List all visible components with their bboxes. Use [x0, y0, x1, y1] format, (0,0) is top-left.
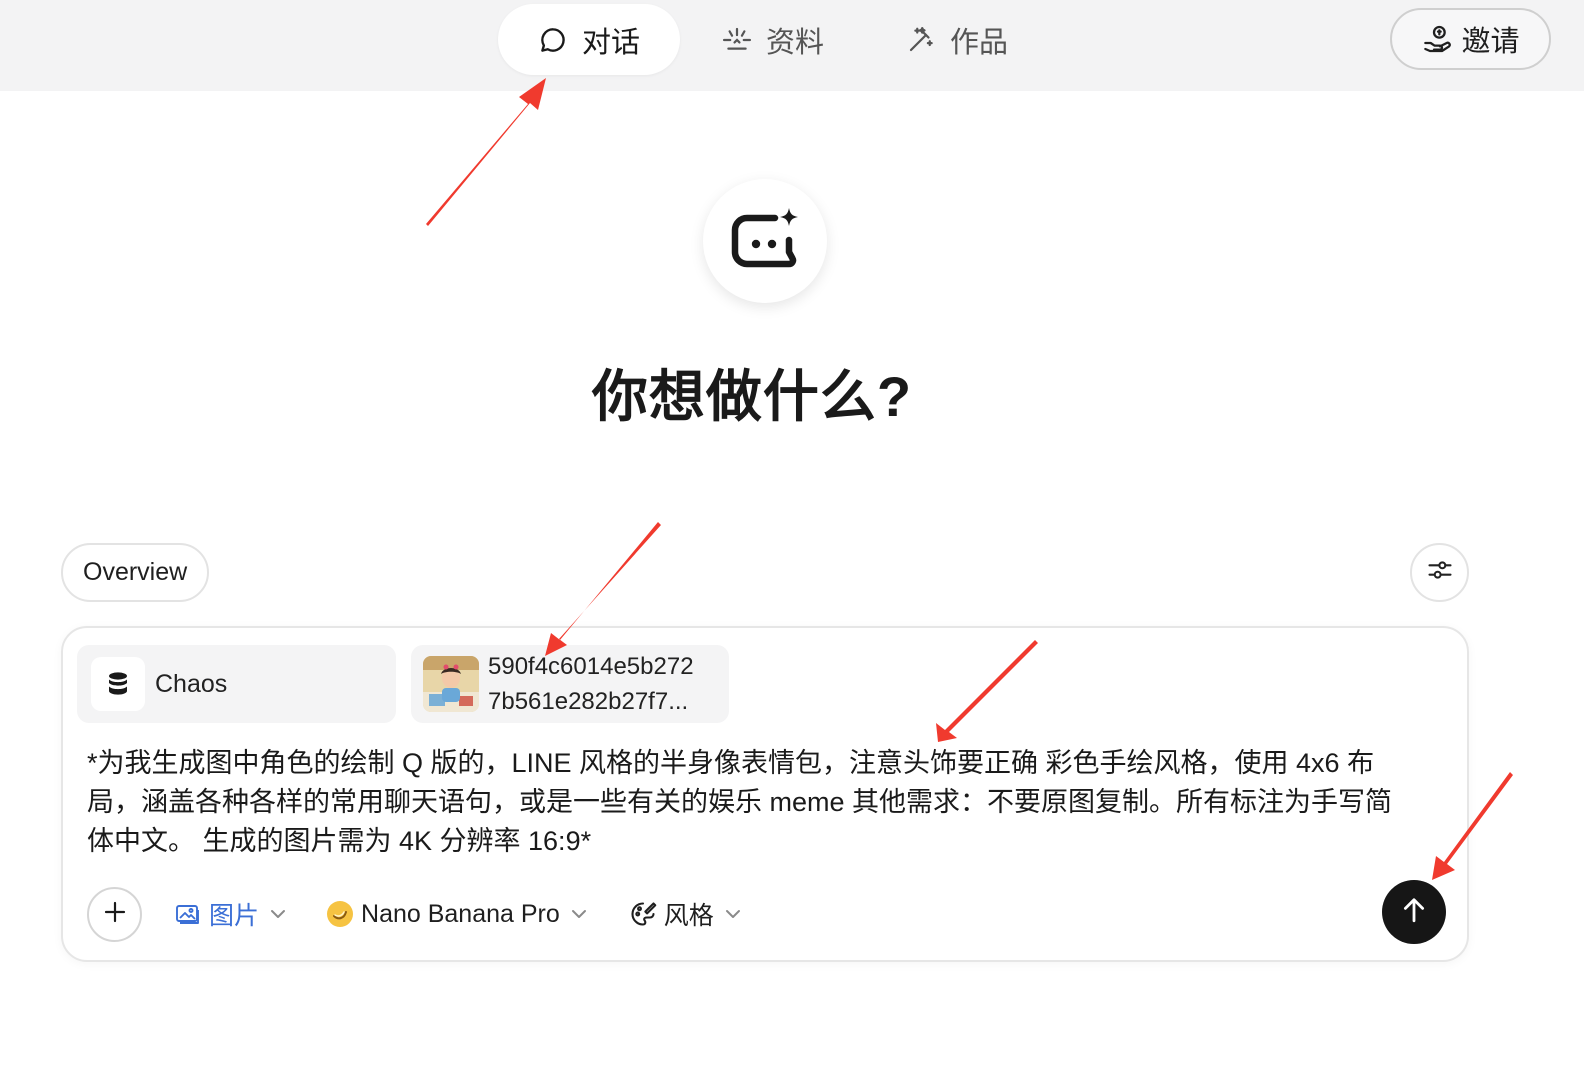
- tab-chat-label: 对话: [582, 26, 641, 59]
- chevron-down-icon: [724, 908, 742, 920]
- attachment-thumbnail: [423, 656, 479, 712]
- sparkle-burst-icon: [720, 23, 754, 57]
- top-nav-bar: 对话 资料 作品 邀请: [0, 0, 1584, 91]
- attachment-filename: 590f4c6014e5b272 7b561e282b27f7...: [488, 649, 694, 719]
- attachment-filename-line1: 590f4c6014e5b272: [488, 653, 694, 680]
- tab-materials[interactable]: 资料: [720, 4, 824, 75]
- attachment-chip-knowledge[interactable]: Chaos: [77, 645, 396, 723]
- mode-dropdown[interactable]: 图片: [173, 896, 287, 932]
- tab-chat[interactable]: 对话: [498, 4, 681, 75]
- banana-icon: [325, 899, 355, 929]
- database-icon: [91, 657, 145, 711]
- invite-button[interactable]: 邀请: [1390, 8, 1551, 70]
- chevron-down-icon: [269, 908, 287, 920]
- tab-works-label: 作品: [950, 26, 1009, 59]
- add-attachment-button[interactable]: [87, 886, 142, 942]
- chat-bot-sparkle-icon: [725, 204, 805, 279]
- mode-label: 图片: [209, 902, 260, 930]
- palette-brush-icon: [628, 899, 658, 929]
- model-label: Nano Banana Pro: [361, 899, 560, 928]
- sliders-icon: [1426, 556, 1454, 589]
- invite-label: 邀请: [1461, 26, 1520, 58]
- overview-button[interactable]: Overview: [61, 543, 210, 602]
- settings-button[interactable]: [1410, 543, 1469, 602]
- chat-bubble-icon: [536, 23, 570, 57]
- attachment-chip-image[interactable]: 590f4c6014e5b272 7b561e282b27f7...: [411, 645, 729, 723]
- attachment-chip-label: Chaos: [155, 669, 228, 698]
- hand-coin-icon: [1421, 22, 1455, 56]
- annotation-arrow: [426, 78, 546, 226]
- style-label: 风格: [663, 902, 714, 930]
- magic-wand-icon: [904, 23, 938, 57]
- send-button[interactable]: [1382, 880, 1446, 944]
- arrow-up-icon: [1401, 896, 1427, 929]
- tab-works[interactable]: 作品: [904, 4, 1008, 75]
- attachment-filename-line2: 7b561e282b27f7...: [488, 688, 689, 715]
- composer-toolbar: 图片 Nano Banana Pro 风格: [87, 886, 1447, 942]
- style-dropdown[interactable]: 风格: [628, 896, 742, 932]
- prompt-composer: Chaos 590f4c6014e5b272 7b561e282b27f7...…: [61, 626, 1469, 962]
- main-tabs: 对话 资料 作品: [498, 4, 1008, 75]
- plus-icon: [103, 900, 127, 929]
- model-dropdown[interactable]: Nano Banana Pro: [325, 899, 588, 929]
- image-icon: [173, 899, 203, 929]
- chevron-down-icon: [570, 908, 588, 920]
- assistant-logo: [703, 179, 827, 303]
- tab-materials-label: 资料: [766, 26, 825, 59]
- prompt-input[interactable]: *为我生成图中角色的绘制 Q 版的，LINE 风格的半身像表情包，注意头饰要正确…: [87, 744, 1407, 861]
- page-headline: 你想做什么?: [591, 365, 913, 428]
